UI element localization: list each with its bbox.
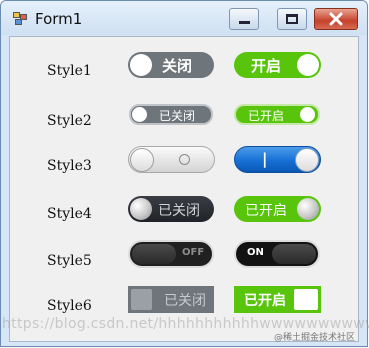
switch-knob	[297, 54, 319, 76]
switch-knob	[132, 107, 147, 122]
row-label-style1: Style1	[47, 63, 92, 79]
minimize-icon	[239, 21, 250, 24]
switch-knob	[272, 244, 316, 264]
switch-knob	[295, 148, 319, 172]
maximize-button[interactable]	[277, 8, 307, 30]
switch-label: 已关闭	[164, 293, 206, 309]
switch-label: 已关闭	[159, 109, 196, 123]
style6-switch-off[interactable]: 已关闭	[128, 286, 214, 313]
switch-knob	[132, 244, 176, 264]
switch-label: |	[262, 150, 268, 168]
close-icon	[329, 12, 343, 26]
style4-switch-off[interactable]: 已关闭	[128, 196, 214, 222]
row-label-style5: Style5	[47, 253, 92, 269]
credit-text: @稀土掘金技术社区	[273, 333, 355, 343]
close-button[interactable]	[314, 8, 358, 30]
app-icon	[13, 12, 29, 26]
switch-label: ON	[247, 247, 264, 258]
switch-label: 已关闭	[158, 203, 200, 219]
style2-switch-on[interactable]: 已开启	[234, 104, 320, 125]
style5-switch-off[interactable]: OFF	[128, 240, 214, 268]
style1-switch-on[interactable]: 开启	[234, 52, 321, 78]
row-label-style2: Style2	[47, 113, 92, 129]
row-label-style6: Style6	[47, 298, 92, 314]
maximize-icon	[286, 14, 298, 24]
switch-label: 关闭	[162, 57, 193, 75]
style2-switch-off[interactable]: 已关闭	[129, 104, 213, 125]
style6-switch-on[interactable]: 已开启	[234, 286, 321, 313]
switch-knob	[297, 198, 319, 220]
style5-switch-on[interactable]: ON	[234, 240, 320, 268]
switch-label: 已开启	[244, 293, 286, 309]
style4-switch-on[interactable]: 已开启	[234, 196, 321, 222]
switch-knob	[131, 289, 152, 310]
switch-knob	[130, 198, 152, 220]
style3-switch-on[interactable]: |	[234, 146, 321, 173]
style3-switch-off[interactable]	[128, 146, 215, 173]
minimize-button[interactable]	[229, 8, 259, 30]
switch-knob	[294, 289, 318, 310]
switch-label: OFF	[182, 247, 205, 258]
switch-label: 开启	[251, 57, 282, 75]
row-label-style3: Style3	[47, 158, 92, 174]
off-ring-icon	[179, 154, 190, 165]
switch-label: 已开启	[248, 109, 285, 123]
row-label-style4: Style4	[47, 206, 92, 222]
switch-knob	[130, 148, 154, 172]
title-bar[interactable]: Form1	[1, 1, 367, 35]
window-title: Form1	[35, 10, 83, 28]
switch-knob	[130, 54, 152, 76]
switch-label: 已开启	[245, 203, 287, 219]
switch-knob	[300, 107, 315, 122]
style1-switch-off[interactable]: 关闭	[128, 52, 214, 78]
